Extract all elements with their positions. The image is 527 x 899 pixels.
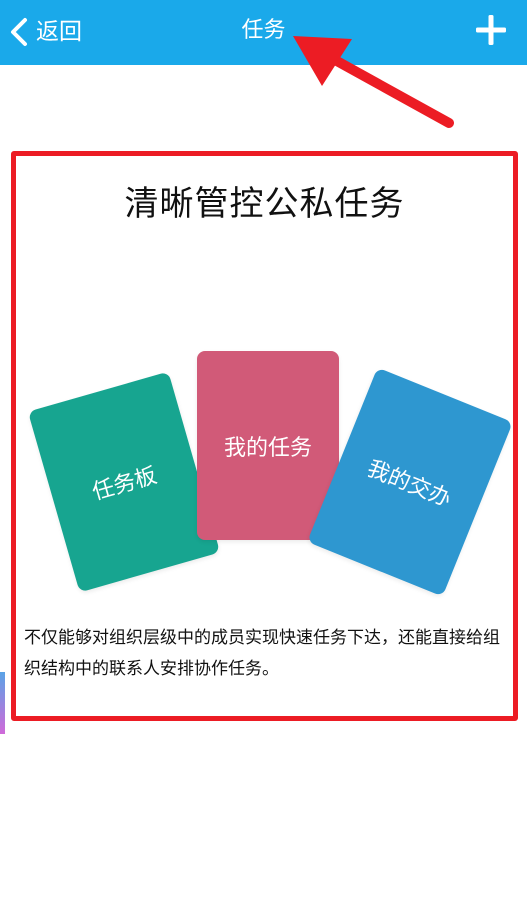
page-title: 任务 <box>241 18 286 43</box>
my-tasks-card[interactable]: 我的任务 <box>197 351 339 540</box>
top-nav-bar: 返回 任务 <box>0 0 527 65</box>
task-board-label: 任务板 <box>89 463 160 506</box>
promo-heading: 清晰管控公私任务 <box>124 184 405 224</box>
promo-description: 不仅能够对组织层级中的成员实现快速任务下达，还能直接给组织结构中的联系人安排协作… <box>24 628 500 679</box>
annotation-frame: 清晰管控公私任务 任务板 我的任务 我的交办 不仅能够对组织层级中的成员实现快速… <box>11 151 518 721</box>
my-assigned-label: 我的交办 <box>363 456 455 513</box>
edge-strip <box>0 672 5 734</box>
task-board-card[interactable]: 任务板 <box>27 371 221 593</box>
plus-icon[interactable] <box>475 14 507 46</box>
my-tasks-label: 我的任务 <box>223 435 312 461</box>
